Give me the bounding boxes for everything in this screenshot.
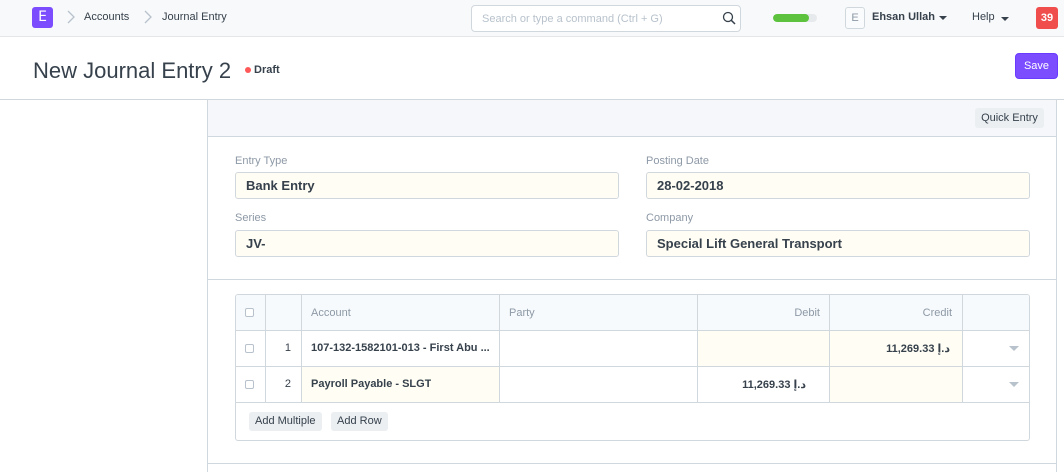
column-header-debit: Debit [794, 307, 820, 319]
debit-value: د.إ 11,269.33 [742, 379, 806, 391]
chevron-right-icon [144, 10, 152, 24]
search-placeholder: Search or type a command (Ctrl + G) [482, 13, 663, 25]
column-header-credit: Credit [922, 307, 952, 319]
debit-cell[interactable]: د.إ 11,269.33 [698, 367, 830, 402]
row-index-cell: 2 [266, 367, 302, 402]
party-cell[interactable] [500, 331, 698, 366]
header-account-cell: Account [302, 295, 500, 330]
table-row[interactable]: 2 Payroll Payable - SLGT د.إ 11,269.33 [236, 367, 1029, 403]
chevron-down-icon [1001, 17, 1009, 21]
row-index-cell: 1 [266, 331, 302, 366]
posting-date-field[interactable]: 28-02-2018 [646, 172, 1030, 199]
sync-progress-fill [773, 14, 810, 22]
header-debit-cell: Debit [698, 295, 830, 330]
user-menu-toggle[interactable]: Ehsan Ullah [872, 11, 935, 23]
add-row-button[interactable]: Add Row [331, 412, 388, 431]
series-label: Series [235, 212, 267, 224]
section-divider [208, 463, 1056, 464]
account-value: 107-132-1582101-013 - First Abu ... [311, 342, 490, 354]
row-index: 2 [284, 378, 291, 390]
navbar: E Accounts Journal Entry Search or type … [0, 0, 1064, 37]
form-toolbar: Quick Entry [208, 100, 1056, 137]
company-field[interactable]: Special Lift General Transport [646, 230, 1030, 257]
column-header-account: Account [311, 307, 351, 319]
series-field[interactable]: JV- [235, 230, 619, 257]
entry-type-label: Entry Type [235, 155, 288, 167]
table-header: Account Party Debit Credit [236, 295, 1029, 331]
entry-type-field[interactable]: Bank Entry [235, 172, 619, 199]
column-header-party: Party [509, 307, 535, 319]
quick-entry-button[interactable]: Quick Entry [975, 108, 1044, 128]
chevron-down-icon [939, 16, 947, 20]
row-actions-cell [963, 367, 1029, 402]
header-select-cell [236, 295, 266, 330]
table-row[interactable]: 1 107-132-1582101-013 - First Abu ... د.… [236, 331, 1029, 367]
add-multiple-button[interactable]: Add Multiple [249, 412, 322, 431]
header-index-cell [266, 295, 302, 330]
credit-cell[interactable] [830, 367, 963, 402]
row-checkbox[interactable] [245, 344, 254, 353]
breadcrumb-journal-entry[interactable]: Journal Entry [162, 11, 227, 23]
row-checkbox[interactable] [245, 380, 254, 389]
debit-cell[interactable] [698, 331, 830, 366]
page-title: New Journal Entry 2 [33, 58, 232, 83]
chevron-right-icon [67, 10, 75, 24]
row-select-cell [236, 331, 266, 366]
row-actions-cell [963, 331, 1029, 366]
chevron-down-icon[interactable] [1009, 346, 1019, 351]
row-index: 1 [284, 342, 291, 354]
chevron-down-icon[interactable] [1009, 382, 1019, 387]
credit-cell[interactable]: د.إ 11,269.33 [830, 331, 963, 366]
status-indicator-dot [245, 67, 251, 73]
account-cell[interactable]: Payroll Payable - SLGT [302, 367, 500, 402]
notifications-badge[interactable]: 39 [1036, 7, 1058, 29]
posting-date-label: Posting Date [646, 155, 709, 167]
app-logo[interactable]: E [32, 7, 53, 28]
header-party-cell: Party [500, 295, 698, 330]
row-select-cell [236, 367, 266, 402]
account-cell[interactable]: 107-132-1582101-013 - First Abu ... [302, 331, 500, 366]
credit-value: د.إ 11,269.33 [886, 343, 950, 355]
help-menu-toggle[interactable]: Help [972, 11, 995, 23]
search-input[interactable]: Search or type a command (Ctrl + G) [471, 5, 741, 32]
save-button[interactable]: Save [1015, 53, 1058, 79]
party-cell[interactable] [500, 367, 698, 402]
search-icon[interactable] [722, 11, 736, 25]
avatar[interactable]: E [845, 7, 865, 29]
select-all-checkbox[interactable] [245, 308, 254, 317]
accounts-table: Account Party Debit Credit 1 107-132-158… [235, 294, 1030, 441]
sync-progress-bar [773, 14, 817, 22]
section-divider [208, 279, 1056, 280]
header-credit-cell: Credit [830, 295, 963, 330]
company-label: Company [646, 212, 694, 224]
breadcrumb-accounts[interactable]: Accounts [84, 11, 129, 23]
page-head: New Journal Entry 2 Draft Save [0, 37, 1064, 100]
status-badge: Draft [254, 64, 280, 76]
account-value: Payroll Payable - SLGT [311, 378, 432, 390]
